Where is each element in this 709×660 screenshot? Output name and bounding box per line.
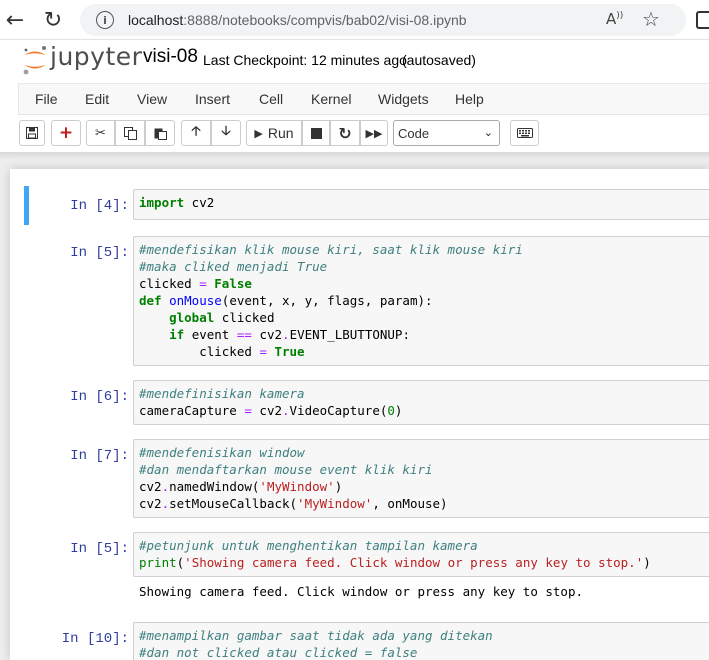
menu-file[interactable]: File <box>35 91 58 107</box>
autosave-status: (autosaved) <box>402 52 476 68</box>
code-cell[interactable]: In [5]: #mendefisikan klik mouse kiri, s… <box>24 233 709 367</box>
insert-cell-plus-icon[interactable]: + <box>51 120 81 146</box>
run-button[interactable]: ▶ Run <box>246 120 302 146</box>
jupyter-logo-text: jupyter <box>50 42 143 71</box>
save-icon[interactable] <box>19 120 45 146</box>
code-line: cv2.namedWindow('MyWindow') <box>139 479 343 494</box>
move-down-arrow-icon[interactable]: 🡣 <box>211 120 241 146</box>
cell-input[interactable]: #mendefisikan klik mouse kiri, saat klik… <box>133 236 709 366</box>
notebook-name[interactable]: visi-08 <box>143 46 198 68</box>
split-screen-icon[interactable] <box>696 11 709 29</box>
move-up-arrow-icon[interactable]: 🡡 <box>181 120 211 146</box>
reload-icon[interactable]: ↻ <box>41 8 65 33</box>
browser-toolbar: ← ↻ i localhost:8888/notebooks/compvis/b… <box>0 0 709 40</box>
paste-icon[interactable] <box>145 120 175 146</box>
cell-code[interactable]: #petunjunk untuk menghentikan tampilan k… <box>134 533 709 575</box>
code-line: #mendefinisikan kamera <box>139 386 305 401</box>
back-icon[interactable]: ← <box>3 8 27 33</box>
site-info-icon[interactable]: i <box>96 11 114 29</box>
address-bar[interactable]: i localhost:8888/notebooks/compvis/bab02… <box>80 4 686 36</box>
cell-code[interactable]: #mendefenisikan window #dan mendaftarkan… <box>134 440 709 516</box>
menu-widgets[interactable]: Widgets <box>378 91 429 107</box>
code-line: #menampilkan gambar saat tidak ada yang … <box>139 628 493 643</box>
cut-scissors-icon[interactable]: ✂ <box>86 120 115 146</box>
copy-icon[interactable] <box>115 120 145 146</box>
cell-output-text: Showing camera feed. Click window or pre… <box>139 584 584 599</box>
url-text[interactable]: localhost:8888/notebooks/compvis/bab02/v… <box>128 12 467 28</box>
jupyter-header: jupyter visi-08 Last Checkpoint: 12 minu… <box>0 40 709 82</box>
code-line: #dan not clicked atau clicked = false <box>139 645 418 660</box>
code-cell[interactable]: In [7]: #mendefenisikan window #dan mend… <box>24 436 709 520</box>
notebook-toolbar: + ✂ 🡡 🡣 ▶ Run ↻ ▶▶ Code ⌄ <box>0 116 709 152</box>
cell-code[interactable]: #menampilkan gambar saat tidak ada yang … <box>134 623 709 660</box>
code-cell[interactable]: In [5]: #petunjunk untuk menghentikan ta… <box>24 529 709 609</box>
restart-kernel-icon[interactable]: ↻ <box>330 120 360 146</box>
cell-input[interactable]: #petunjunk untuk menghentikan tampilan k… <box>133 532 709 577</box>
cell-input[interactable]: #mendefinisikan kamera cameraCapture = c… <box>133 380 709 425</box>
code-cell[interactable]: In [4]: import cv2 <box>24 186 709 225</box>
cell-prompt: In [5]: <box>70 541 129 557</box>
cell-type-select[interactable]: Code ⌄ <box>393 120 500 146</box>
code-line: def onMouse(event, x, y, flags, param): <box>139 293 433 308</box>
code-line: #mendefisikan klik mouse kiri, saat klik… <box>139 242 523 257</box>
code-line: cameraCapture = cv2.VideoCapture(0) <box>139 403 403 418</box>
cell-input[interactable]: #menampilkan gambar saat tidak ada yang … <box>133 622 709 660</box>
restart-run-all-fast-forward-icon[interactable]: ▶▶ <box>360 120 388 146</box>
command-palette-keyboard-icon[interactable] <box>510 120 539 146</box>
code-line: cv2.setMouseCallback('MyWindow', onMouse… <box>139 496 448 511</box>
cell-code[interactable]: #mendefisikan klik mouse kiri, saat klik… <box>134 237 709 364</box>
code-line: #petunjunk untuk menghentikan tampilan k… <box>139 538 478 553</box>
cell-code[interactable]: #mendefinisikan kamera cameraCapture = c… <box>134 381 709 423</box>
run-label: Run <box>267 125 294 141</box>
code-line: #mendefenisikan window <box>139 445 305 460</box>
code-line: if event == cv2.EVENT_LBUTTONUP: <box>169 327 410 342</box>
cell-type-value: Code <box>398 125 430 141</box>
code-line: #dan mendaftarkan mouse event klik kiri <box>139 462 433 477</box>
url-path: :8888/notebooks/compvis/bab02/visi-08.ip… <box>183 12 467 28</box>
read-aloud-icon[interactable]: A)) <box>606 10 623 28</box>
play-icon: ▶ <box>254 126 263 140</box>
cell-input[interactable]: import cv2 <box>133 189 709 220</box>
favorite-star-icon[interactable]: ☆ <box>642 7 660 31</box>
cell-code[interactable]: import cv2 <box>134 190 709 215</box>
code-cell[interactable]: In [10]: #menampilkan gambar saat tidak … <box>24 619 709 660</box>
chevron-down-icon: ⌄ <box>483 127 493 139</box>
cell-prompt: In [5]: <box>70 245 129 261</box>
code-line: clicked = False <box>139 276 252 291</box>
cell-prompt: In [10]: <box>61 631 129 647</box>
cell-input[interactable]: #mendefenisikan window #dan mendaftarkan… <box>133 439 709 518</box>
menu-view[interactable]: View <box>137 91 167 107</box>
jupyter-logo-icon[interactable] <box>22 44 48 76</box>
menu-cell[interactable]: Cell <box>259 91 283 107</box>
menu-edit[interactable]: Edit <box>85 91 109 107</box>
cell-prompt: In [6]: <box>70 389 129 405</box>
code-line: clicked = True <box>139 344 305 359</box>
header-shadow <box>0 152 709 160</box>
cell-prompt: In [7]: <box>70 448 129 464</box>
menu-insert[interactable]: Insert <box>195 91 230 107</box>
menu-bar: File Edit View Insert Cell Kernel Widget… <box>18 83 709 115</box>
code-cell[interactable]: In [6]: #mendefinisikan kamera cameraCap… <box>24 377 709 427</box>
menu-kernel[interactable]: Kernel <box>311 91 351 107</box>
code-line: print('Showing camera feed. Click window… <box>139 555 651 570</box>
checkpoint-status: Last Checkpoint: 12 minutes ago <box>203 52 407 68</box>
url-host: localhost <box>128 12 184 28</box>
code-line: #maka cliked menjadi True <box>139 259 328 274</box>
code-line: import cv2 <box>139 195 215 210</box>
interrupt-stop-icon[interactable] <box>302 120 330 146</box>
code-line: global clicked <box>169 310 275 325</box>
menu-help[interactable]: Help <box>455 91 484 107</box>
cell-prompt: In [4]: <box>70 198 129 214</box>
